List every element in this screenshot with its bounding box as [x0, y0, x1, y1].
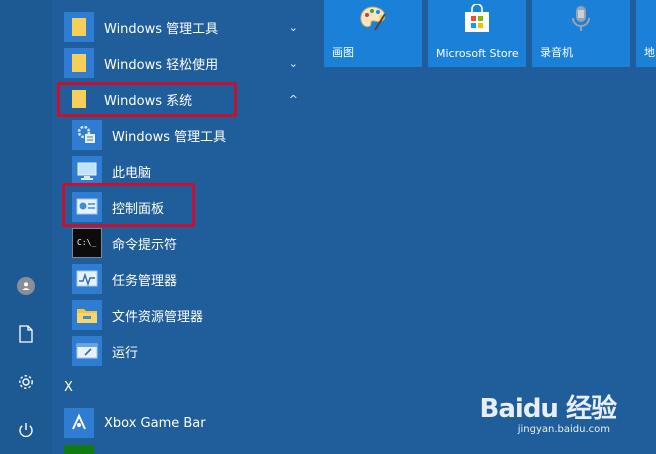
run-icon [72, 336, 102, 366]
app-item-file-explorer[interactable]: 文件资源管理器 [52, 297, 314, 333]
chevron-down-icon: ⌄ [288, 56, 298, 70]
folder-windows-admin-tools[interactable]: Windows 管理工具 ⌄ [52, 9, 314, 45]
chevron-down-icon: ⌄ [288, 20, 298, 34]
tile-label: 录音机 [540, 46, 573, 59]
app-list: Windows 管理工具 ⌄ Windows 轻松使用 ⌄ Windows 系统… [52, 0, 314, 454]
user-icon [17, 277, 35, 295]
store-icon [463, 3, 491, 38]
app-item-command-prompt[interactable]: C:\_ 命令提示符 [52, 225, 314, 261]
document-icon [19, 325, 33, 343]
microphone-icon [569, 4, 593, 38]
tile-paint[interactable]: 画图 [324, 0, 422, 67]
this-pc-icon [72, 156, 102, 186]
highlight-control-panel [62, 183, 195, 227]
watermark-url: jingyan.baidu.com [517, 424, 610, 435]
cmd-icon: C:\_ [72, 228, 102, 258]
app-label: 任务管理器 [112, 273, 178, 289]
xbox-icon [64, 408, 94, 438]
watermark-brand: Baidu 经验 [479, 394, 617, 424]
folder-label: Windows 管理工具 [104, 21, 219, 37]
power-icon [19, 423, 33, 438]
tile-maps[interactable]: 地 [636, 0, 656, 67]
app-item-admin-tools[interactable]: Windows 管理工具 [52, 117, 314, 153]
tile-voice-recorder[interactable]: 录音机 [532, 0, 630, 67]
folder-icon [64, 12, 94, 42]
documents-button[interactable] [6, 316, 46, 352]
user-account-button[interactable] [6, 268, 46, 304]
chevron-up-icon: ^ [288, 92, 298, 106]
section-letter-header[interactable]: X [64, 380, 73, 395]
power-button[interactable] [6, 412, 46, 448]
baidu-watermark: Baidu 经验 jingyan.baidu.com [479, 388, 617, 435]
folder-label: Windows 轻松使用 [104, 57, 219, 73]
app-item-run[interactable]: 运行 [52, 333, 314, 369]
tile-label: 画图 [332, 46, 354, 59]
admin-tools-icon [72, 120, 102, 150]
highlight-windows-system [57, 82, 237, 117]
settings-button[interactable] [6, 364, 46, 400]
folder-icon [64, 48, 94, 78]
app-label: Windows 管理工具 [112, 129, 227, 145]
file-explorer-icon [72, 300, 102, 330]
tile-microsoft-store[interactable]: Microsoft Store [428, 0, 526, 67]
left-rail [0, 0, 52, 454]
svg-text:C:\_: C:\_ [77, 238, 96, 247]
app-label: 命令提示符 [112, 237, 178, 253]
app-label: 文件资源管理器 [112, 309, 204, 325]
app-label: Xbox Game Bar [104, 415, 206, 431]
paint-icon [358, 4, 388, 38]
settings-icon [19, 375, 33, 389]
app-label: 运行 [112, 345, 139, 361]
tile-label: 地 [644, 46, 655, 59]
app-label: 此电脑 [112, 165, 152, 181]
tile-label: Microsoft Store [436, 47, 519, 60]
app-item-xbox-game-bar[interactable]: Xbox Game Bar [52, 405, 314, 441]
next-app-icon [64, 445, 94, 454]
task-manager-icon [72, 264, 102, 294]
app-item-task-manager[interactable]: 任务管理器 [52, 261, 314, 297]
folder-windows-ease-of-access[interactable]: Windows 轻松使用 ⌄ [52, 45, 314, 81]
